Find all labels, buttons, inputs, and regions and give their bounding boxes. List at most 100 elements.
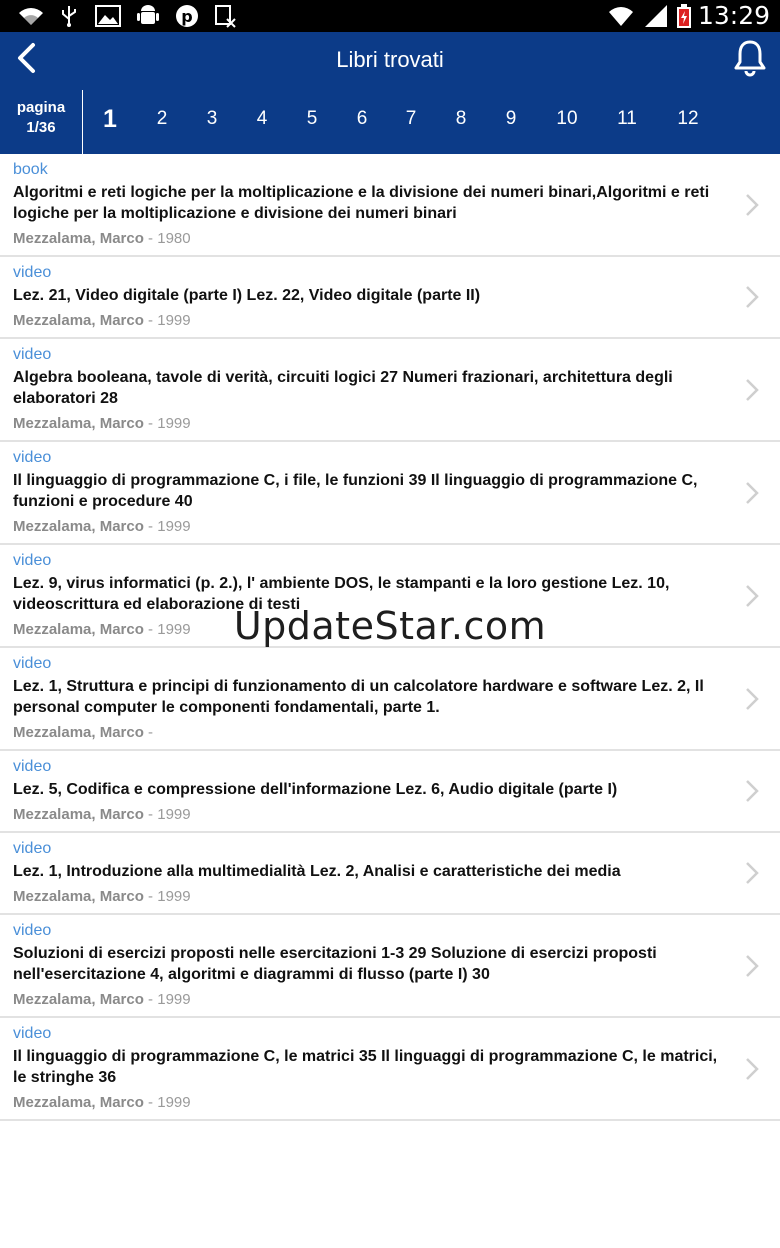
notifications-button[interactable] — [728, 38, 772, 82]
page-1-button[interactable]: 1 — [90, 88, 130, 150]
wifi-signal-icon — [16, 4, 46, 28]
item-year: - 1999 — [143, 518, 191, 535]
item-type: book — [13, 161, 48, 178]
page-3-button[interactable]: 3 — [192, 88, 232, 150]
battery-charging-icon — [674, 4, 694, 28]
item-year: - 1999 — [143, 991, 191, 1008]
list-item[interactable]: video Lez. 9, virus informatici (p. 2.),… — [0, 545, 780, 648]
item-title: Il linguaggio di programmazione C, le ma… — [13, 1048, 718, 1086]
list-item[interactable]: video Algebra booleana, tavole di verità… — [0, 339, 780, 442]
item-type: video — [13, 346, 52, 363]
item-meta: Mezzalama, Marco - 1980 — [13, 229, 726, 249]
page-4-button[interactable]: 4 — [242, 88, 282, 150]
app-header: Libri trovati — [0, 32, 780, 88]
item-title: Algebra booleana, tavole di verità, circ… — [13, 369, 673, 407]
item-meta: Mezzalama, Marco - 1999 — [13, 1093, 726, 1113]
item-type: video — [13, 840, 52, 857]
item-type: video — [13, 922, 52, 939]
chevron-right-icon — [746, 481, 759, 504]
item-author: Mezzalama, Marco — [13, 991, 144, 1008]
page-label: pagina — [16, 99, 66, 116]
chevron-right-icon — [746, 954, 759, 977]
page-2-button[interactable]: 2 — [142, 88, 182, 150]
usb-icon — [58, 4, 80, 28]
item-meta: Mezzalama, Marco - — [13, 723, 726, 743]
item-year: - 1999 — [143, 415, 191, 432]
page-6-button[interactable]: 6 — [342, 88, 382, 150]
item-title: Il linguaggio di programmazione C, i fil… — [13, 472, 698, 510]
item-year: - 1980 — [143, 230, 191, 247]
app-notification-icon — [212, 4, 238, 28]
item-meta: Mezzalama, Marco - 1999 — [13, 620, 726, 640]
list-item[interactable]: video Lez. 5, Codifica e compressione de… — [0, 751, 780, 833]
page-12-button[interactable]: 12 — [668, 88, 708, 150]
item-year: - 1999 — [143, 806, 191, 823]
item-author: Mezzalama, Marco — [13, 621, 144, 638]
back-button[interactable] — [6, 40, 46, 80]
item-meta: Mezzalama, Marco - 1999 — [13, 887, 726, 907]
bell-icon — [732, 39, 768, 82]
page-title: Libri trovati — [336, 47, 444, 72]
item-type: video — [13, 655, 52, 672]
item-author: Mezzalama, Marco — [13, 1094, 144, 1111]
chevron-right-icon — [746, 286, 759, 308]
item-meta: Mezzalama, Marco - 1999 — [13, 990, 726, 1010]
page-5-button[interactable]: 5 — [292, 88, 332, 150]
page-indicator: pagina 1/36 — [0, 88, 82, 154]
wifi-icon — [606, 4, 636, 28]
item-type: video — [13, 449, 52, 466]
item-type: video — [13, 758, 52, 775]
page-8-button[interactable]: 8 — [441, 88, 481, 150]
list-item[interactable]: video Il linguaggio di programmazione C,… — [0, 1018, 780, 1121]
item-year: - 1999 — [143, 1094, 191, 1111]
item-meta: Mezzalama, Marco - 1999 — [13, 805, 726, 825]
results-list: book Algoritmi e reti logiche per la mol… — [0, 154, 780, 1121]
back-chevron-icon — [15, 42, 37, 79]
item-year: - 1999 — [143, 312, 191, 329]
list-item[interactable]: video Il linguaggio di programmazione C,… — [0, 442, 780, 545]
item-author: Mezzalama, Marco — [13, 724, 144, 741]
item-year: - 1999 — [143, 888, 191, 905]
chevron-right-icon — [746, 862, 759, 884]
status-bar: p 13:29 — [0, 0, 780, 32]
item-year: - — [143, 724, 154, 741]
chevron-right-icon — [746, 584, 759, 607]
page-11-button[interactable]: 11 — [607, 88, 647, 150]
pagination-bar: pagina 1/36 1 2 3 4 5 6 7 8 9 10 11 12 — [0, 88, 780, 154]
item-author: Mezzalama, Marco — [13, 518, 144, 535]
item-author: Mezzalama, Marco — [13, 806, 144, 823]
page-9-button[interactable]: 9 — [491, 88, 531, 150]
chevron-right-icon — [746, 193, 759, 216]
item-type: video — [13, 264, 52, 281]
item-title: Lez. 1, Introduzione alla multimedialità… — [13, 863, 621, 880]
page-10-button[interactable]: 10 — [547, 88, 587, 150]
list-item[interactable]: video Soluzioni di esercizi proposti nel… — [0, 915, 780, 1018]
item-author: Mezzalama, Marco — [13, 415, 144, 432]
item-meta: Mezzalama, Marco - 1999 — [13, 414, 726, 434]
status-time: 13:29 — [697, 1, 770, 30]
pager-divider — [82, 90, 83, 154]
item-author: Mezzalama, Marco — [13, 312, 144, 329]
item-title: Lez. 1, Struttura e principi di funziona… — [13, 678, 704, 716]
image-icon — [94, 4, 122, 28]
list-item[interactable]: video Lez. 1, Struttura e principi di fu… — [0, 648, 780, 751]
item-year: - 1999 — [143, 621, 191, 638]
chevron-right-icon — [746, 1057, 759, 1080]
list-item[interactable]: book Algoritmi e reti logiche per la mol… — [0, 154, 780, 257]
item-meta: Mezzalama, Marco - 1999 — [13, 311, 726, 331]
chevron-right-icon — [746, 780, 759, 802]
item-title: Soluzioni di esercizi proposti nelle ese… — [13, 945, 657, 983]
svg-text:p: p — [181, 7, 192, 26]
item-author: Mezzalama, Marco — [13, 888, 144, 905]
pinterest-icon: p — [174, 4, 200, 28]
chevron-right-icon — [746, 378, 759, 401]
list-item[interactable]: video Lez. 21, Video digitale (parte I) … — [0, 257, 780, 339]
item-type: video — [13, 1025, 52, 1042]
item-title: Lez. 21, Video digitale (parte I) Lez. 2… — [13, 287, 481, 304]
page-count: 1/36 — [26, 119, 56, 136]
item-title: Lez. 9, virus informatici (p. 2.), l' am… — [13, 575, 670, 613]
item-meta: Mezzalama, Marco - 1999 — [13, 517, 726, 537]
item-title: Algoritmi e reti logiche per la moltipli… — [13, 184, 710, 222]
list-item[interactable]: video Lez. 1, Introduzione alla multimed… — [0, 833, 780, 915]
page-7-button[interactable]: 7 — [391, 88, 431, 150]
